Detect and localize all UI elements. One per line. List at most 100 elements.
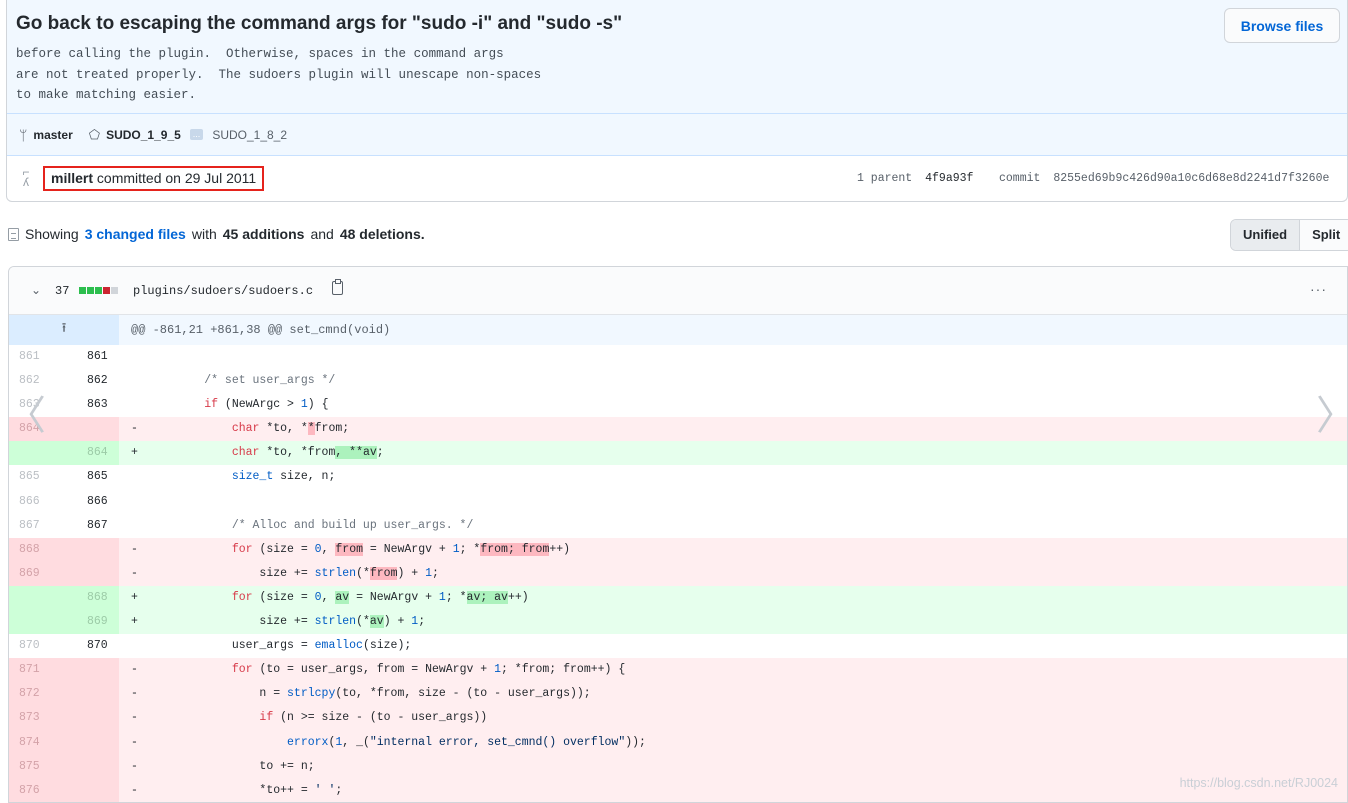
parent-sha-link[interactable]: 4f9a93f — [925, 172, 973, 185]
new-line-number[interactable] — [46, 754, 119, 779]
author-link[interactable]: millert — [51, 170, 93, 186]
branch-tag-row: ᛘ master ⬠ SUDO_1_9_5 ... SUDO_1_8_2 — [7, 114, 1347, 156]
old-line-number[interactable]: 866 — [9, 490, 46, 514]
code-line: if (n >= size - (to - user_args)) — [259, 711, 488, 725]
additions-count: 45 additions — [222, 226, 305, 242]
new-line-number[interactable] — [46, 561, 119, 586]
code-line: to += n; — [149, 759, 315, 773]
new-line-number[interactable] — [46, 730, 119, 755]
copy-path-icon[interactable] — [332, 279, 343, 295]
more-options-icon[interactable]: ··· — [1310, 281, 1327, 297]
previous-arrow-icon[interactable]: 〈 — [6, 396, 46, 440]
old-line-number[interactable]: 875 — [9, 754, 46, 779]
diffstat-delete-block — [103, 287, 110, 294]
diff-sign — [119, 345, 149, 369]
code-line: for (to = user_args, from = NewArgv + 1;… — [231, 663, 626, 677]
old-line-number[interactable]: 870 — [9, 634, 46, 658]
old-line-number[interactable]: 865 — [9, 465, 46, 489]
new-line-number[interactable] — [46, 682, 119, 707]
unified-view-button[interactable]: Unified — [1231, 220, 1301, 250]
new-line-number[interactable] — [46, 658, 119, 683]
new-line-number[interactable]: 870 — [46, 634, 119, 658]
diff-sign — [119, 634, 149, 658]
changed-files-link[interactable]: 3 changed files — [85, 226, 186, 242]
code-line: size += strlen(*from) + 1; — [149, 566, 439, 580]
new-line-number[interactable]: 865 — [46, 465, 119, 489]
commit-message-area: Go back to escaping the command args for… — [7, 0, 1347, 114]
old-line-number[interactable]: 869 — [9, 561, 46, 586]
new-line-number[interactable]: 868 — [46, 585, 119, 611]
old-line-number[interactable] — [9, 441, 46, 466]
new-line-number[interactable]: 866 — [46, 490, 119, 514]
diff-line: 869 + size += strlen(*av) + 1; — [9, 610, 1347, 635]
diff-sign — [119, 514, 149, 538]
diffstat-add-block — [87, 287, 94, 294]
browse-files-button[interactable]: Browse files — [1224, 8, 1340, 43]
tag-old-link[interactable]: SUDO_1_8_2 — [212, 128, 287, 142]
diff-sign — [119, 465, 149, 489]
file-path-link[interactable]: plugins/sudoers/sudoers.c — [133, 284, 313, 298]
code-line: size += strlen(*av) + 1; — [149, 615, 426, 629]
old-line-number[interactable] — [9, 610, 46, 635]
diff-line: 872 - n = strlcpy(to, *from, size - (to -… — [9, 682, 1347, 707]
diff-line: 861 861 — [9, 345, 1347, 370]
commit-description: before calling the plugin. Otherwise, sp… — [16, 47, 542, 102]
diff-line: 862 862 /* set user_args */ — [9, 369, 1347, 394]
hunk-header: ⭱ @@ -861,21 +861,38 @@ set_cmnd(void) — [9, 315, 1347, 345]
deletions-count: 48 deletions. — [339, 226, 425, 242]
summary-and: and — [310, 226, 334, 242]
old-line-number[interactable]: 862 — [9, 369, 46, 393]
new-line-number[interactable]: 864 — [46, 441, 119, 466]
diff-sign: - — [131, 711, 138, 725]
new-line-number[interactable]: 867 — [46, 514, 119, 538]
commit-sha-value: 8255ed69b9c426d90a10c6d68e8d2241d7f3260e — [1053, 172, 1330, 185]
diff-line: 876 - *to++ = ' '; — [9, 778, 1347, 802]
avatar[interactable]: ⌐ ʎ — [19, 166, 33, 189]
new-line-number[interactable]: 861 — [46, 345, 119, 369]
code-line: /* Alloc and build up user_args. */ — [149, 518, 474, 532]
new-line-number[interactable] — [46, 417, 119, 442]
old-line-number[interactable]: 868 — [9, 537, 46, 562]
old-line-number[interactable]: 873 — [9, 706, 46, 731]
code-line: for (size = 0, from = NewArgv + 1; *from… — [231, 542, 571, 556]
new-line-number[interactable]: 869 — [46, 610, 119, 635]
diff-line: 870 870 user_args = emalloc(size); — [9, 634, 1347, 659]
diff-sign: - — [131, 663, 138, 677]
new-line-number[interactable]: 862 — [46, 369, 119, 393]
chevron-down-icon[interactable]: ⌄ — [31, 283, 41, 297]
tags-ellipsis-button[interactable]: ... — [189, 129, 204, 140]
code-line: if (NewArgc > 1) { — [204, 398, 329, 412]
old-line-number[interactable]: 876 — [9, 778, 46, 802]
split-view-button[interactable]: Split — [1300, 220, 1348, 250]
diffstat-neutral-block — [111, 287, 118, 294]
committed-date: committed on 29 Jul 2011 — [96, 170, 257, 186]
author-highlight-box: millert committed on 29 Jul 2011 — [43, 166, 265, 191]
old-line-number[interactable]: 867 — [9, 514, 46, 538]
old-line-number[interactable]: 872 — [9, 682, 46, 707]
diffstat-add-block — [95, 287, 102, 294]
tag-new-link[interactable]: SUDO_1_9_5 — [106, 128, 181, 142]
old-line-number[interactable]: 874 — [9, 730, 46, 755]
diff-sign: - — [131, 566, 138, 580]
tag-icon: ⬠ — [88, 126, 101, 142]
diff-line: 874 - errorx(1, _("internal error, set_cm… — [9, 730, 1347, 755]
branch-link[interactable]: master — [33, 128, 72, 142]
diff-view-toggle: Unified Split — [1230, 219, 1348, 251]
old-line-number[interactable] — [9, 585, 46, 611]
file-header: ⌄ 37 plugins/sudoers/sudoers.c ··· — [9, 267, 1347, 315]
commit-label: commit — [999, 172, 1041, 185]
new-line-number[interactable]: 863 — [46, 393, 119, 417]
old-line-number[interactable]: 871 — [9, 658, 46, 683]
next-arrow-icon[interactable]: 〉 — [1316, 396, 1348, 440]
new-line-number[interactable] — [46, 537, 119, 562]
commit-meta-row: ⌐ ʎ millert committed on 29 Jul 2011 1 pa… — [7, 156, 1347, 200]
expand-up-icon[interactable]: ⭱ — [9, 315, 119, 345]
old-line-number[interactable]: 861 — [9, 345, 46, 369]
new-line-number[interactable] — [46, 706, 119, 731]
diff-sign: - — [131, 783, 138, 797]
commit-sha: commit 8255ed69b9c426d90a10c6d68e8d2241d… — [999, 172, 1339, 185]
new-line-number[interactable] — [46, 778, 119, 802]
diff-sign — [119, 369, 149, 393]
diff-sign — [119, 490, 149, 514]
